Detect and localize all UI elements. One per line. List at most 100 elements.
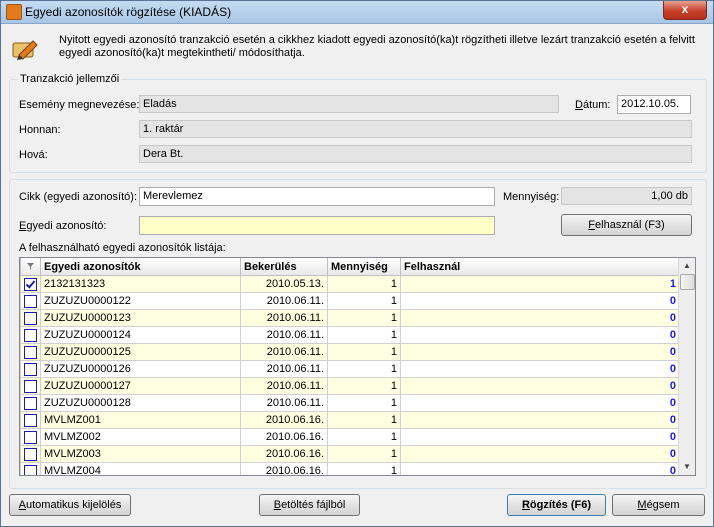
row-checkbox-cell[interactable] bbox=[20, 377, 41, 395]
row-checkbox-cell[interactable] bbox=[20, 326, 41, 344]
table-row[interactable]: MVLMZ002 2010.06.16. 1 0 bbox=[20, 428, 680, 446]
column-header-id[interactable]: Egyedi azonosítók bbox=[40, 258, 241, 276]
cell-qty: 1 bbox=[327, 309, 401, 327]
scroll-down-icon[interactable]: ▼ bbox=[682, 462, 692, 472]
row-checkbox-cell[interactable] bbox=[20, 275, 41, 293]
row-checkbox-cell[interactable] bbox=[20, 445, 41, 463]
date-field[interactable]: 2012.10.05. bbox=[617, 95, 691, 114]
cell-use[interactable]: 0 bbox=[400, 411, 680, 429]
row-checkbox-cell[interactable] bbox=[20, 343, 41, 361]
cell-id: ZUZUZU0000126 bbox=[40, 360, 241, 378]
filter-header[interactable] bbox=[20, 258, 41, 276]
grid-table: Egyedi azonosítók Bekerülés Mennyiség Fe… bbox=[20, 258, 680, 475]
close-button[interactable]: x bbox=[663, 1, 707, 20]
cell-use[interactable]: 0 bbox=[400, 445, 680, 463]
table-row[interactable]: MVLMZ001 2010.06.16. 1 0 bbox=[20, 411, 680, 429]
row-checkbox[interactable] bbox=[24, 396, 37, 410]
cell-id: MVLMZ002 bbox=[40, 428, 241, 446]
title-bar[interactable]: Egyedi azonosítók rögzítése (KIADÁS) x bbox=[1, 1, 713, 24]
cell-date: 2010.06.16. bbox=[240, 445, 328, 463]
row-checkbox-cell[interactable] bbox=[20, 309, 41, 327]
column-header-qty[interactable]: Mennyiség bbox=[327, 258, 401, 276]
table-row[interactable]: ZUZUZU0000125 2010.06.11. 1 0 bbox=[20, 343, 680, 361]
info-text: Nyitott egyedi azonosító tranzakció eset… bbox=[59, 34, 695, 59]
row-checkbox-cell[interactable] bbox=[20, 292, 41, 310]
row-checkbox-cell[interactable] bbox=[20, 428, 41, 446]
cell-qty: 1 bbox=[327, 462, 401, 475]
cell-id: ZUZUZU0000125 bbox=[40, 343, 241, 361]
unique-id-label-rest: gyedi azonosító: bbox=[26, 220, 107, 232]
cell-qty: 1 bbox=[327, 292, 401, 310]
cell-date: 2010.06.11. bbox=[240, 292, 328, 310]
cell-use[interactable]: 0 bbox=[400, 462, 680, 475]
table-row[interactable]: MVLMZ003 2010.06.16. 1 0 bbox=[20, 445, 680, 463]
dialog-window: Egyedi azonosítók rögzítése (KIADÁS) x N… bbox=[0, 0, 714, 527]
auto-select-button-rest: utomatikus kijelölés bbox=[25, 499, 122, 511]
item-label: Cikk (egyedi azonosító): bbox=[19, 191, 137, 203]
row-checkbox[interactable] bbox=[24, 447, 37, 461]
row-checkbox[interactable] bbox=[24, 430, 37, 444]
cell-use[interactable]: 0 bbox=[400, 377, 680, 395]
column-header-date[interactable]: Bekerülés bbox=[240, 258, 328, 276]
row-checkbox[interactable] bbox=[24, 413, 37, 427]
row-checkbox[interactable] bbox=[24, 345, 37, 359]
scroll-thumb[interactable] bbox=[680, 274, 695, 290]
cell-qty: 1 bbox=[327, 275, 401, 293]
table-row[interactable]: ZUZUZU0000127 2010.06.11. 1 0 bbox=[20, 377, 680, 395]
row-checkbox[interactable] bbox=[24, 362, 37, 376]
to-field: Dera Bt. bbox=[139, 145, 692, 163]
cell-use[interactable]: 0 bbox=[400, 428, 680, 446]
row-checkbox[interactable] bbox=[24, 277, 37, 291]
scroll-up-icon[interactable]: ▲ bbox=[682, 261, 692, 271]
cell-use[interactable]: 0 bbox=[400, 343, 680, 361]
cell-use[interactable]: 0 bbox=[400, 360, 680, 378]
table-row[interactable]: ZUZUZU0000122 2010.06.11. 1 0 bbox=[20, 292, 680, 310]
cell-use[interactable]: 0 bbox=[400, 309, 680, 327]
auto-select-button[interactable]: Automatikus kijelölés bbox=[9, 494, 131, 516]
cancel-button[interactable]: Mégsem bbox=[612, 494, 705, 516]
cell-date: 2010.06.11. bbox=[240, 309, 328, 327]
cell-use[interactable]: 1 bbox=[400, 275, 680, 293]
table-row[interactable]: ZUZUZU0000126 2010.06.11. 1 0 bbox=[20, 360, 680, 378]
item-field[interactable]: Merevlemez bbox=[139, 187, 495, 206]
row-checkbox[interactable] bbox=[24, 328, 37, 342]
table-row[interactable]: ZUZUZU0000123 2010.06.11. 1 0 bbox=[20, 309, 680, 327]
cancel-button-rest: égsem bbox=[646, 499, 680, 511]
row-checkbox[interactable] bbox=[24, 464, 37, 475]
row-checkbox[interactable] bbox=[24, 379, 37, 393]
table-row[interactable]: ZUZUZU0000128 2010.06.11. 1 0 bbox=[20, 394, 680, 412]
column-header-use[interactable]: Felhasznál bbox=[400, 258, 680, 276]
row-checkbox-cell[interactable] bbox=[20, 360, 41, 378]
unique-id-input[interactable] bbox=[139, 216, 495, 235]
row-checkbox-cell[interactable] bbox=[20, 394, 41, 412]
date-label-rest: átum: bbox=[582, 99, 611, 111]
use-button[interactable]: Felhasznál (F3) bbox=[561, 214, 692, 236]
row-checkbox[interactable] bbox=[24, 294, 37, 308]
save-button-rest: ögzítés (F6) bbox=[529, 499, 592, 511]
cell-use[interactable]: 0 bbox=[400, 292, 680, 310]
grid-body: 2132131323 2010.05.13. 1 1 ZUZUZU0000122 2010… bbox=[20, 275, 680, 475]
table-row[interactable]: ZUZUZU0000124 2010.06.11. 1 0 bbox=[20, 326, 680, 344]
cell-id: MVLMZ004 bbox=[40, 462, 241, 475]
cell-id: ZUZUZU0000123 bbox=[40, 309, 241, 327]
table-row[interactable]: 2132131323 2010.05.13. 1 1 bbox=[20, 275, 680, 293]
cell-date: 2010.06.11. bbox=[240, 360, 328, 378]
from-label: Honnan: bbox=[19, 124, 61, 136]
save-button[interactable]: Rögzítés (F6) bbox=[507, 494, 606, 516]
row-checkbox[interactable] bbox=[24, 311, 37, 325]
load-from-file-button[interactable]: Betöltés fájlból bbox=[259, 494, 360, 516]
row-checkbox-cell[interactable] bbox=[20, 462, 41, 475]
cell-date: 2010.06.11. bbox=[240, 343, 328, 361]
unique-id-grid[interactable]: Egyedi azonosítók Bekerülés Mennyiség Fe… bbox=[19, 257, 696, 476]
table-row[interactable]: MVLMZ004 2010.06.16. 1 0 bbox=[20, 462, 680, 475]
row-checkbox-cell[interactable] bbox=[20, 411, 41, 429]
cell-id: ZUZUZU0000124 bbox=[40, 326, 241, 344]
vertical-scrollbar[interactable]: ▲ ▼ bbox=[678, 258, 695, 475]
cell-qty: 1 bbox=[327, 394, 401, 412]
filter-icon[interactable] bbox=[27, 262, 34, 270]
quantity-label: Mennyiség: bbox=[503, 191, 560, 203]
cell-use[interactable]: 0 bbox=[400, 326, 680, 344]
cell-id: 2132131323 bbox=[40, 275, 241, 293]
cell-use[interactable]: 0 bbox=[400, 394, 680, 412]
event-field: Eladás bbox=[139, 95, 559, 113]
